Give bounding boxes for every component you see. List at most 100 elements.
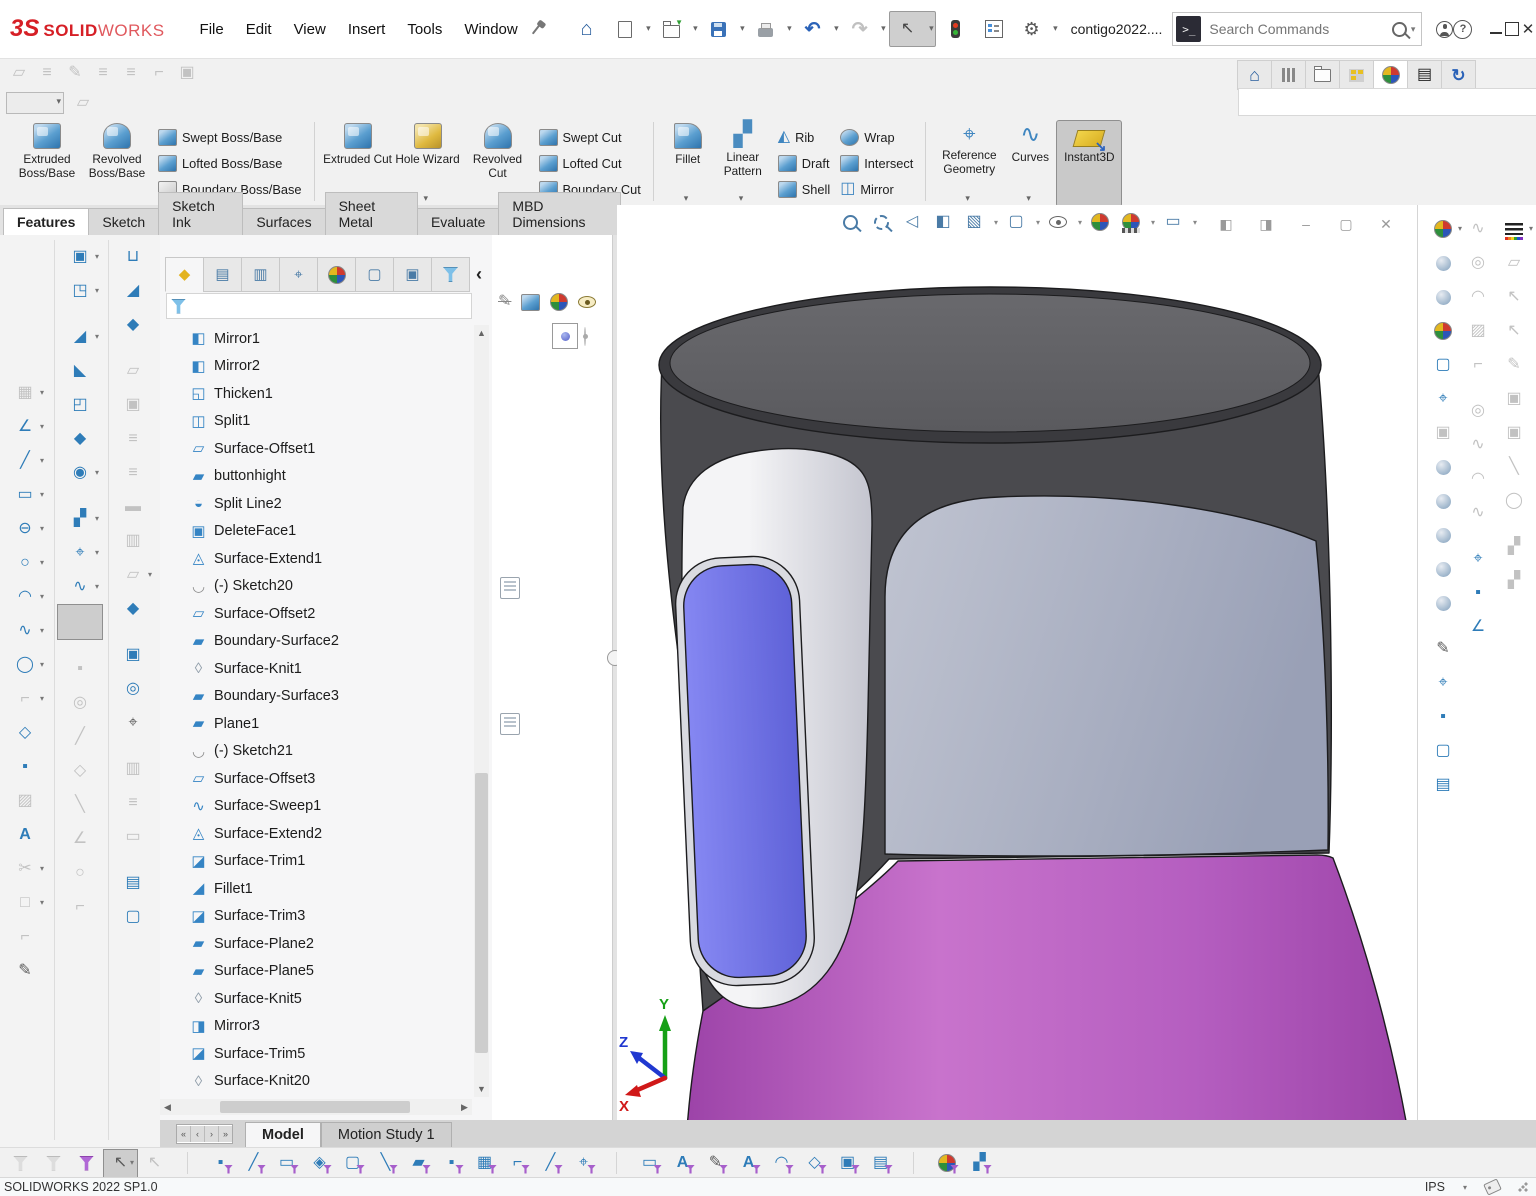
tree-vertical-scrollbar[interactable]: ▲ ▼ <box>474 325 489 1097</box>
extruded-boss-base-button[interactable]: Extruded Boss/Base <box>12 120 82 205</box>
tool-button[interactable] <box>111 866 155 900</box>
select-tool-button[interactable]: ↖ <box>889 11 936 47</box>
filter-tool-button[interactable] <box>864 1150 897 1177</box>
tool-button[interactable] <box>1492 382 1536 416</box>
tree-item[interactable]: Surface-Extend2 <box>164 820 470 848</box>
filter-tool-button[interactable] <box>567 1150 600 1177</box>
fillet-button[interactable]: Fillet <box>662 120 714 205</box>
ribbon-tab[interactable]: Surfaces <box>242 208 325 235</box>
model-canvas[interactable]: Y Z X <box>617 205 1417 1147</box>
tool-button[interactable] <box>3 920 47 954</box>
swept-boss-base-button[interactable]: Swept Boss/Base <box>154 125 306 149</box>
tool-button[interactable] <box>111 354 155 388</box>
tool-button[interactable] <box>1492 246 1536 280</box>
tree-filter-input[interactable] <box>192 298 471 315</box>
save-button[interactable] <box>701 12 746 46</box>
tool-button[interactable] <box>111 524 155 558</box>
filter-tool-button[interactable] <box>732 1150 765 1177</box>
scrollbar-thumb[interactable] <box>220 1101 410 1113</box>
ribbon-tab[interactable]: Features <box>3 208 89 235</box>
tool-button[interactable] <box>90 61 116 85</box>
appearance-wheel-icon[interactable] <box>550 293 568 311</box>
filter-tool-button[interactable] <box>103 1149 138 1178</box>
tool-button[interactable] <box>111 740 155 752</box>
filter-tool-button[interactable] <box>402 1150 435 1177</box>
tree-item[interactable]: DeleteFace1 <box>164 518 470 546</box>
next-tab-icon[interactable]: › <box>205 1126 219 1142</box>
tool-button[interactable] <box>58 320 102 354</box>
menu-item[interactable]: Insert <box>339 15 395 44</box>
band-face[interactable] <box>885 496 1328 856</box>
search-commands-input[interactable] <box>1207 20 1392 38</box>
tree-item[interactable]: Boundary-Surface2 <box>164 628 470 656</box>
panel-tab[interactable] <box>165 257 204 292</box>
tool-button[interactable] <box>58 640 102 652</box>
tree-item[interactable]: Plane1 <box>164 710 470 738</box>
last-tab-icon[interactable]: » <box>219 1126 232 1142</box>
task-pane-tab[interactable] <box>1373 60 1408 90</box>
tool-button[interactable] <box>58 502 102 536</box>
tree-item[interactable]: Thicken1 <box>164 380 470 408</box>
tool-button[interactable] <box>3 716 47 750</box>
undo-button[interactable]: ↶ <box>795 12 840 46</box>
rebuild-button[interactable] <box>938 12 974 46</box>
tool-button[interactable] <box>58 274 102 308</box>
tool-button[interactable] <box>3 784 47 818</box>
tool-button[interactable] <box>111 422 155 456</box>
settings-button[interactable]: ⚙ <box>1014 12 1059 46</box>
tool-button[interactable] <box>58 422 102 456</box>
no-appearance-icon[interactable] <box>498 294 511 310</box>
tool-button[interactable] <box>6 61 32 85</box>
tool-button[interactable] <box>1492 416 1536 450</box>
filter-tool-button[interactable] <box>270 1150 303 1177</box>
scroll-up-icon[interactable]: ▲ <box>474 325 489 341</box>
tool-button[interactable] <box>3 852 47 886</box>
tree-item[interactable]: Surface-Offset3 <box>164 765 470 793</box>
menu-item[interactable]: Tools <box>398 15 451 44</box>
tool-button[interactable] <box>146 61 172 85</box>
panel-tab[interactable] <box>203 257 242 292</box>
tool-button[interactable] <box>57 604 103 640</box>
filter-tool-button[interactable] <box>237 1150 270 1177</box>
shell-button[interactable]: Shell <box>774 177 834 201</box>
floating-page-icon[interactable] <box>500 713 520 735</box>
filter-tool-button[interactable] <box>633 1150 666 1177</box>
floating-page-icon[interactable] <box>500 577 520 599</box>
filter-tool-button[interactable] <box>534 1150 567 1177</box>
task-pane-tab[interactable] <box>1271 60 1306 90</box>
tree-item[interactable]: (-) Sketch20 <box>164 573 470 601</box>
tree-item[interactable]: Fillet1 <box>164 875 470 903</box>
filter-tool-button[interactable] <box>798 1150 831 1177</box>
filter-tool-button[interactable] <box>204 1150 237 1177</box>
tool-button[interactable] <box>111 900 155 934</box>
panel-tab[interactable] <box>431 257 470 292</box>
maximize-button[interactable] <box>1504 12 1520 46</box>
filter-tool-button[interactable] <box>70 1150 103 1177</box>
scroll-down-icon[interactable]: ▼ <box>474 1081 489 1097</box>
tool-button[interactable] <box>1492 518 1536 530</box>
new-document-button[interactable] <box>607 12 652 46</box>
scroll-right-icon[interactable]: ▶ <box>457 1099 472 1115</box>
filter-tool-button[interactable] <box>831 1150 864 1177</box>
tool-button[interactable] <box>111 558 155 592</box>
print-button[interactable] <box>748 12 793 46</box>
display-cube-icon[interactable] <box>521 294 540 311</box>
filter-tool-button[interactable] <box>37 1150 70 1177</box>
style-tool-button[interactable] <box>70 86 96 120</box>
tree-item[interactable]: Surface-Knit5 <box>164 985 470 1013</box>
wrap-button[interactable]: Wrap <box>836 125 917 149</box>
tool-button[interactable] <box>58 388 102 422</box>
lid-top-face[interactable] <box>670 294 1310 432</box>
tree-item[interactable]: Surface-Trim3 <box>164 903 470 931</box>
task-pane-tab[interactable] <box>1441 60 1476 90</box>
task-pane-tab[interactable] <box>1407 60 1442 90</box>
tool-button[interactable] <box>58 856 102 890</box>
tool-button[interactable] <box>3 410 47 444</box>
tool-button[interactable] <box>34 61 60 85</box>
tool-button[interactable] <box>58 570 102 604</box>
intersect-button[interactable]: Intersect <box>836 151 917 175</box>
panel-tab[interactable] <box>355 257 394 292</box>
tool-button[interactable] <box>111 240 155 274</box>
menu-item[interactable]: File <box>191 15 233 44</box>
tool-button[interactable] <box>1492 484 1536 518</box>
